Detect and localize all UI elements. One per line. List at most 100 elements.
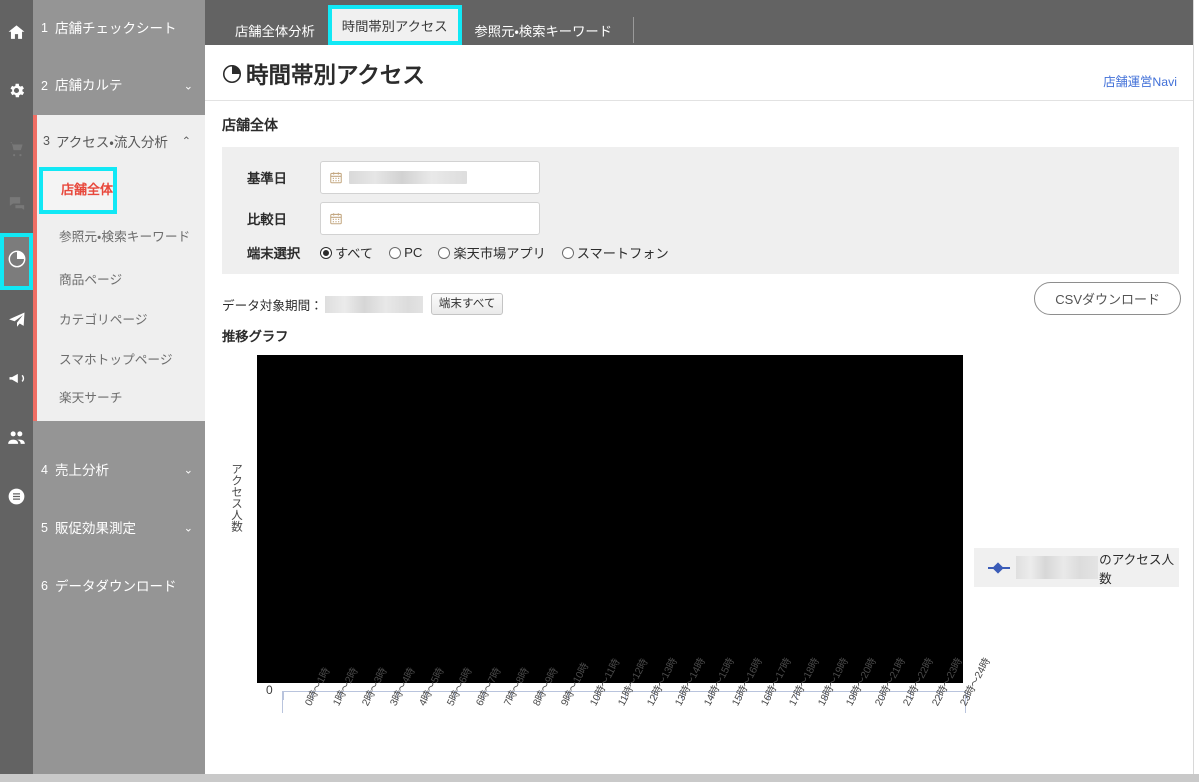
data-period-value-redacted <box>324 295 423 313</box>
people-icon[interactable] <box>0 418 33 458</box>
sidebar-item-label: 店舗チェックシート <box>54 20 177 36</box>
filter-row-base-date: 基準日 <box>222 161 1179 194</box>
sidebar-item-label: データダウンロード <box>54 578 177 594</box>
filter-row-device: 端末選択 すべて PC 楽天市場アプリ スマートフォン <box>222 243 1179 262</box>
legend-series-suffix: のアクセス人数 <box>1099 552 1175 586</box>
sidebar-subitem-label: 参照元・検索キーワード <box>59 229 191 244</box>
device-option-label: スマートフォン <box>576 246 669 261</box>
sidebar-subitem-label: カテゴリページ <box>59 312 148 327</box>
tab-label: 時間帯別アクセス <box>341 18 448 34</box>
radio-marker <box>320 246 332 259</box>
data-period-label: データ対象期間： <box>222 298 323 313</box>
sidebar-item-label: 店舗カルテ <box>54 78 123 94</box>
sidebar-subitem-label: スマホトップページ <box>59 352 173 367</box>
sidebar-rail-item-access-analysis[interactable] <box>0 233 33 290</box>
radio-marker <box>438 246 451 259</box>
sidebar-item-number: 4 <box>41 463 48 478</box>
sidebar-subitem-rakuten-search[interactable]: 楽天サーチ <box>37 380 205 421</box>
sidebar-subitem-store-overall-wrap: 店舗全体 <box>37 167 205 214</box>
chart-y-axis-title: アクセス人数 <box>230 463 242 532</box>
chart-plot-area <box>257 355 963 683</box>
device-badge: 端末すべて <box>430 293 504 315</box>
list-icon[interactable] <box>0 476 33 516</box>
sidebar-item-sales-analysis[interactable]: 4 売上分析 ⌄ <box>33 442 205 500</box>
device-radio-rakuten-app[interactable]: 楽天市場アプリ <box>438 243 546 262</box>
gear-icon[interactable] <box>0 70 33 110</box>
tab-separator <box>633 17 634 43</box>
device-label: 端末選択 <box>247 246 301 261</box>
app-root: 1 店舗チェックシート 2 店舗カルテ ⌄ 3 アクセス・流入分析 ⌃ 店舗全体… <box>0 0 1199 782</box>
sidebar-item-promotion-measurement[interactable]: 5 販促効果測定 ⌄ <box>33 500 205 558</box>
section-label-store-overall: 店舗全体 <box>222 117 278 133</box>
device-option-label: 楽天市場アプリ <box>453 246 546 261</box>
tab-label: 店舗全体分析 <box>235 23 315 39</box>
sidebar-item-label: 売上分析 <box>54 462 109 478</box>
data-period-row: データ対象期間： 端末すべて CSVダウンロード <box>205 274 1193 320</box>
chevron-up-icon: ⌃ <box>181 135 191 148</box>
tab-bar: 店舗全体分析 時間帯別アクセス 参照元・検索キーワード <box>205 0 1193 45</box>
page-title-text: 時間帯別アクセス <box>246 63 425 88</box>
clock-pie-icon <box>221 63 243 85</box>
device-radio-smartphone[interactable]: スマートフォン <box>561 243 669 262</box>
home-icon[interactable] <box>0 12 33 52</box>
sidebar-group-number: 3 <box>43 134 50 148</box>
filter-panel: 基準日 比較日 端末選択 すべて PC 楽天市場アプリ スマートフォン <box>222 147 1179 274</box>
chevron-down-icon: ⌄ <box>183 522 193 535</box>
store-operation-navi-link[interactable]: 店舗運営Navi <box>1103 72 1177 90</box>
csv-download-button[interactable]: CSVダウンロード <box>1034 282 1181 315</box>
sidebar-subitem-label: 商品ページ <box>59 272 123 287</box>
sidebar-subitem-referrer-keyword[interactable]: 参照元・検索キーワード <box>37 214 205 260</box>
cart-icon[interactable] <box>0 128 33 168</box>
device-option-label: すべて <box>335 246 374 261</box>
sidebar-item-number: 2 <box>41 78 48 93</box>
radio-marker <box>389 246 402 259</box>
graph-section-label: 推移グラフ <box>222 329 289 344</box>
device-radio-all[interactable]: すべて <box>320 243 373 262</box>
device-radio-pc[interactable]: PC <box>389 245 422 260</box>
chart-container: アクセス人数 0 0時～1時 1時～2時 2時～3時 3時～4時 4時～5時 5時～6時 6… <box>222 353 1182 773</box>
sidebar-group-header[interactable]: 3 アクセス・流入分析 ⌃ <box>37 115 205 167</box>
sidebar-subitem-label: 店舗全体 <box>61 182 114 198</box>
sidebar-item-store-checksheet[interactable]: 1 店舗チェックシート <box>33 0 205 58</box>
sidebar-group-access-analysis: 3 アクセス・流入分析 ⌃ 店舗全体 参照元・検索キーワード 商品ページ カテゴ… <box>33 115 205 422</box>
main-content: 店舗全体分析 時間帯別アクセス 参照元・検索キーワード 時間帯別アクセス 店舗運… <box>205 0 1194 774</box>
legend-line-diamond-marker <box>988 561 1010 574</box>
tab-hourly-access[interactable]: 時間帯別アクセス <box>327 5 462 45</box>
calendar-icon <box>329 211 343 226</box>
sidebar: 1 店舗チェックシート 2 店舗カルテ ⌄ 3 アクセス・流入分析 ⌃ 店舗全体… <box>33 0 205 774</box>
page-title: 時間帯別アクセス <box>221 58 425 90</box>
base-date-label: 基準日 <box>247 171 287 186</box>
chart-y-tick-zero: 0 <box>266 683 273 697</box>
filter-row-compare-date: 比較日 <box>222 202 1179 235</box>
icon-rail <box>0 0 33 774</box>
base-date-value-redacted <box>349 171 467 184</box>
chart-x-tick-labels: 0時～1時 1時～2時 2時～3時 3時～4時 4時～5時 5時～6時 6時～7時 7時～8時… <box>282 657 993 771</box>
pie-chart-icon <box>6 248 28 275</box>
sidebar-subitem-store-overall[interactable]: 店舗全体 <box>39 167 118 214</box>
megaphone-icon[interactable] <box>0 358 33 398</box>
page-title-row: 時間帯別アクセス 店舗運営Navi <box>205 45 1193 101</box>
sidebar-item-label: 販促効果測定 <box>54 520 136 536</box>
sidebar-subitem-category-page[interactable]: カテゴリページ <box>37 300 205 340</box>
calendar-icon <box>329 170 343 185</box>
chevron-down-icon: ⌄ <box>183 464 193 477</box>
sidebar-subitem-product-page[interactable]: 商品ページ <box>37 260 205 300</box>
compare-date-label: 比較日 <box>247 212 287 227</box>
chat-icon[interactable] <box>0 183 33 223</box>
radio-marker <box>561 246 574 259</box>
sidebar-item-data-download[interactable]: 6 データダウンロード <box>33 558 205 616</box>
bottom-strip <box>0 774 1199 782</box>
sidebar-subitem-smartphone-top-page[interactable]: スマホトップページ <box>37 340 205 380</box>
tab-store-overall-analysis[interactable]: 店舗全体分析 <box>222 15 328 45</box>
chart-x-tick <box>283 692 284 700</box>
sidebar-item-number: 6 <box>41 579 48 594</box>
chevron-down-icon: ⌄ <box>183 79 193 92</box>
sidebar-item-number: 1 <box>41 21 48 36</box>
tab-referrer-keyword[interactable]: 参照元・検索キーワード <box>462 15 626 45</box>
sidebar-item-number: 5 <box>41 521 48 536</box>
compare-date-input[interactable] <box>320 202 540 235</box>
sidebar-item-store-karte[interactable]: 2 店舗カルテ ⌄ <box>33 58 205 115</box>
sidebar-group-label: アクセス・流入分析 <box>55 135 168 150</box>
paper-plane-icon[interactable] <box>0 300 33 340</box>
base-date-input[interactable] <box>320 161 540 194</box>
